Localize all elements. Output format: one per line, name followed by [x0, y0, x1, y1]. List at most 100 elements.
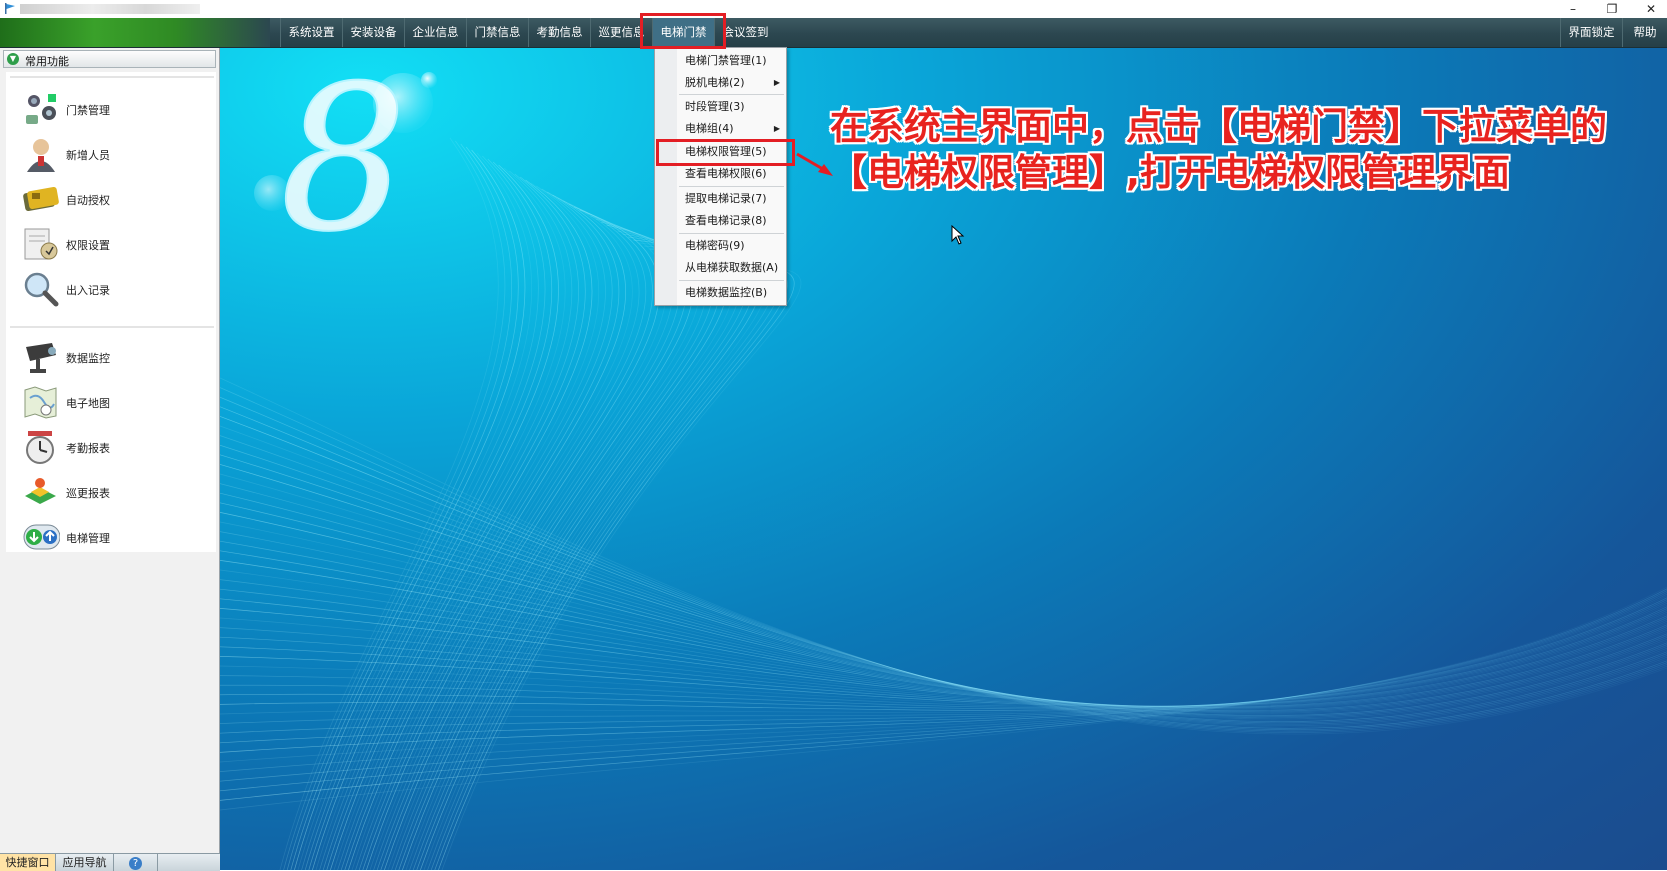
menu-help[interactable]: 帮助	[1622, 18, 1667, 47]
wave-line	[220, 185, 1667, 870]
wave-line	[220, 200, 1667, 870]
wave-line	[220, 164, 1667, 870]
nav-new-person[interactable]: 新增人员	[16, 133, 206, 175]
dd-view-elevator-records[interactable]: 查看电梯记录(8)	[655, 210, 786, 231]
tab-quick-window[interactable]: 快捷窗口	[0, 854, 56, 871]
dd-elevator-password[interactable]: 电梯密码(9)	[655, 235, 786, 256]
dd-label: 提取电梯记录(7)	[685, 192, 767, 205]
restore-button[interactable]: ❐	[1597, 0, 1627, 18]
menu-attendance-info[interactable]: 考勤信息	[528, 18, 590, 47]
wave-line	[220, 242, 1667, 870]
nav-permission-settings[interactable]: 权限设置	[16, 223, 206, 265]
submenu-arrow-icon: ▶	[773, 78, 780, 87]
wave-line	[220, 179, 1667, 870]
tab-app-navigation[interactable]: 应用导航	[56, 854, 114, 871]
dd-label: 查看电梯记录(8)	[685, 214, 767, 227]
wave-line	[220, 203, 1667, 870]
dd-elevator-access-management[interactable]: 电梯门禁管理(1)	[655, 50, 786, 71]
nav-auto-authorize[interactable]: 自动授权	[16, 178, 206, 220]
help-icon: ?	[129, 857, 142, 870]
nav-label: 门禁管理	[66, 104, 110, 117]
dd-label: 电梯权限管理(5)	[685, 145, 767, 158]
menu-system-settings[interactable]: 系统设置	[280, 18, 342, 47]
wave-line	[220, 245, 1667, 870]
clock-icon	[26, 431, 54, 464]
minimize-button[interactable]: –	[1558, 0, 1588, 18]
close-button[interactable]: ✕	[1636, 0, 1666, 18]
title-bar: – ❐ ✕	[0, 0, 1667, 18]
wave-line	[220, 188, 1667, 870]
dd-elevator-permission-management[interactable]: 电梯权限管理(5)	[655, 141, 786, 162]
nav-label: 电梯管理	[66, 532, 110, 545]
magnifier-icon	[24, 272, 59, 307]
menu-elevator-access[interactable]: 电梯门禁	[652, 18, 714, 47]
dd-label: 电梯数据监控(B)	[685, 286, 768, 299]
dd-view-elevator-permission[interactable]: 查看电梯权限(6)	[655, 163, 786, 184]
dd-label: 脱机电梯(2)	[685, 76, 745, 89]
dd-get-data-from-elevator[interactable]: 从电梯获取数据(A)	[655, 257, 786, 278]
dd-elevator-data-monitor[interactable]: 电梯数据监控(B)	[655, 282, 786, 303]
nav-label: 出入记录	[66, 284, 110, 297]
nav-label: 巡更报表	[66, 487, 110, 500]
wave-line	[220, 236, 1667, 870]
nav-label: 权限设置	[66, 239, 110, 252]
nav-access-control[interactable]: 门禁管理	[16, 88, 206, 130]
nav-attendance-report[interactable]: 考勤报表	[16, 426, 206, 468]
main-desktop: 8 在系统主界面中，点击【电梯门禁】下拉菜单的 【电梯权限管理】,打开电梯权限管…	[220, 48, 1667, 870]
wave-line	[220, 257, 1667, 870]
collapse-icon[interactable]: ▼	[7, 53, 19, 65]
divider	[10, 326, 214, 328]
window-title	[20, 4, 200, 14]
app-flag-icon	[5, 3, 15, 14]
wave-line	[220, 264, 1667, 870]
dd-elevator-group[interactable]: 电梯组(4) ▶	[655, 118, 786, 139]
menu-install-devices[interactable]: 安装设备	[342, 18, 404, 47]
menu-lock-screen[interactable]: 界面锁定	[1560, 18, 1622, 47]
dropdown-separator	[679, 94, 784, 95]
dd-label: 时段管理(3)	[685, 100, 745, 113]
submenu-arrow-icon: ▶	[773, 124, 780, 133]
menu-patrol-info[interactable]: 巡更信息	[590, 18, 652, 47]
dd-time-period-management[interactable]: 时段管理(3)	[655, 96, 786, 117]
wave-line	[220, 221, 1667, 870]
permission-doc-icon	[24, 228, 58, 260]
dd-extract-elevator-records[interactable]: 提取电梯记录(7)	[655, 188, 786, 209]
wave-line	[220, 167, 1667, 870]
panel-header-label: 常用功能	[25, 55, 69, 68]
menu-bar: 系统设置 安装设备 企业信息 门禁信息 考勤信息 巡更信息 电梯门禁 会议签到 …	[0, 18, 1667, 48]
person-icon	[27, 139, 55, 172]
wave-line	[220, 176, 1667, 870]
nav-label: 数据监控	[66, 352, 110, 365]
camera-icon	[26, 343, 56, 373]
brand-banner	[0, 18, 270, 47]
menu-company-info[interactable]: 企业信息	[404, 18, 466, 47]
wave-line	[220, 137, 1667, 870]
annotation-line-1: 在系统主界面中，点击【电梯门禁】下拉菜单的	[830, 105, 1607, 148]
mouse-cursor-icon	[951, 225, 965, 245]
nav-data-monitor[interactable]: 数据监控	[16, 336, 206, 378]
dd-label: 电梯组(4)	[685, 122, 734, 135]
nav-label: 考勤报表	[66, 442, 110, 455]
dd-label: 从电梯获取数据(A)	[685, 261, 779, 274]
menu-access-info[interactable]: 门禁信息	[466, 18, 528, 47]
nav-label: 电子地图	[66, 397, 110, 410]
elevator-icon	[23, 524, 60, 550]
wave-line	[220, 251, 1667, 870]
wave-line	[220, 191, 1667, 870]
panel-bottom-tabs: 快捷窗口 应用导航 ?	[0, 853, 220, 871]
wave-line	[220, 224, 1667, 870]
panel-header[interactable]: ▼ 常用功能	[3, 50, 216, 68]
nav-entry-records[interactable]: 出入记录	[16, 268, 206, 310]
access-control-icon	[26, 94, 56, 124]
tab-help[interactable]: ?	[114, 854, 158, 871]
menu-meeting-signin[interactable]: 会议签到	[714, 18, 776, 47]
wave-line	[220, 182, 1667, 870]
wave-line	[220, 254, 1667, 870]
dd-offline-elevator[interactable]: 脱机电梯(2) ▶	[655, 72, 786, 93]
nav-patrol-report[interactable]: 巡更报表	[16, 471, 206, 513]
nav-electronic-map[interactable]: 电子地图	[16, 381, 206, 423]
nav-elevator-management[interactable]: 电梯管理	[16, 516, 206, 558]
divider	[10, 76, 214, 78]
card-icon	[23, 187, 59, 211]
wave-line	[220, 149, 1667, 870]
